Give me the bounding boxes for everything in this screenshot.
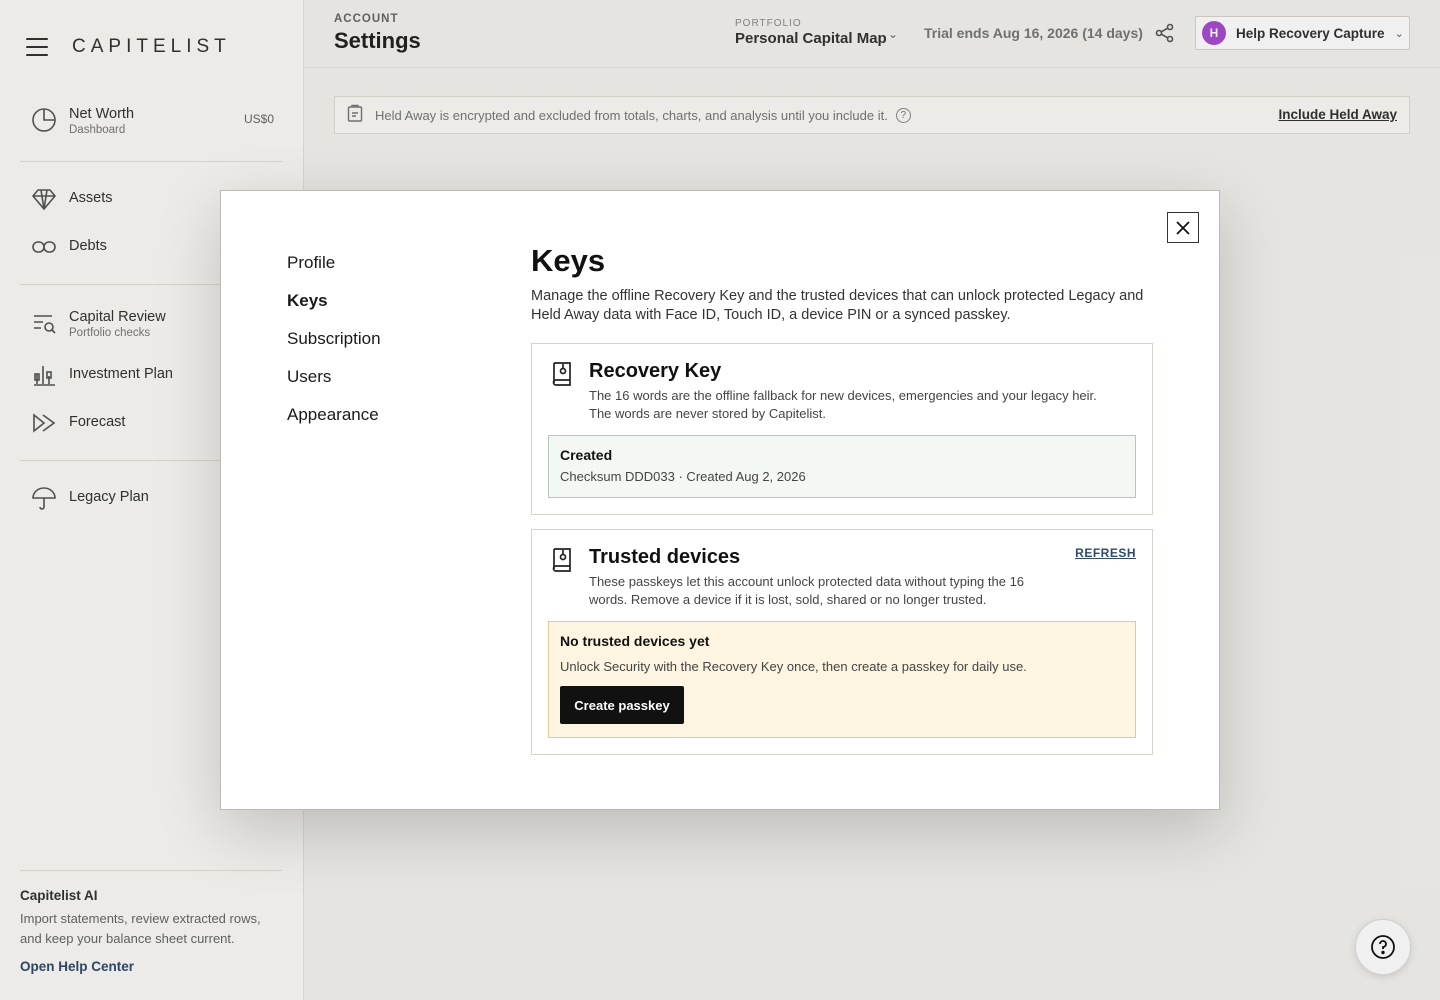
recovery-key-title: Recovery Key: [589, 360, 722, 382]
section-desc: Manage the offline Recovery Key and the …: [531, 288, 1144, 323]
recovery-key-desc: The 16 words are the offline fallback fo…: [589, 388, 1097, 421]
recovery-key-status: Created Checksum DDD033 · Created Aug 2,…: [548, 435, 1136, 498]
no-devices-notice: No trusted devices yet Unlock Security w…: [548, 621, 1136, 738]
recovery-key-card: Recovery Key The 16 words are the offlin…: [531, 343, 1153, 515]
close-button[interactable]: [1167, 212, 1199, 243]
trusted-devices-title: Trusted devices: [589, 546, 741, 568]
keys-content: Keys Manage the offline Recovery Key and…: [531, 243, 1153, 325]
key-book-icon: [550, 360, 574, 393]
notice-title: No trusted devices yet: [560, 633, 710, 649]
refresh-link[interactable]: REFRESH: [1075, 546, 1136, 560]
create-passkey-button[interactable]: Create passkey: [560, 686, 684, 724]
tab-appearance[interactable]: Appearance: [287, 405, 381, 443]
status-title: Created: [560, 447, 613, 463]
section-title: Keys: [531, 243, 606, 278]
settings-modal: Profile Keys Subscription Users Appearan…: [220, 190, 1220, 810]
trusted-devices-desc: These passkeys let this account unlock p…: [589, 574, 1025, 607]
close-icon: [1176, 220, 1190, 235]
settings-tabs: Profile Keys Subscription Users Appearan…: [287, 253, 381, 443]
tab-profile[interactable]: Profile: [287, 253, 381, 291]
tab-keys[interactable]: Keys: [287, 291, 381, 329]
tab-subscription[interactable]: Subscription: [287, 329, 381, 367]
status-checksum: Checksum DDD033 · Created Aug 2, 2026: [560, 469, 806, 484]
tab-users[interactable]: Users: [287, 367, 381, 405]
notice-desc: Unlock Security with the Recovery Key on…: [560, 659, 1027, 674]
key-book-icon: [550, 546, 574, 579]
trusted-devices-card: Trusted devices REFRESH These passkeys l…: [531, 529, 1153, 755]
